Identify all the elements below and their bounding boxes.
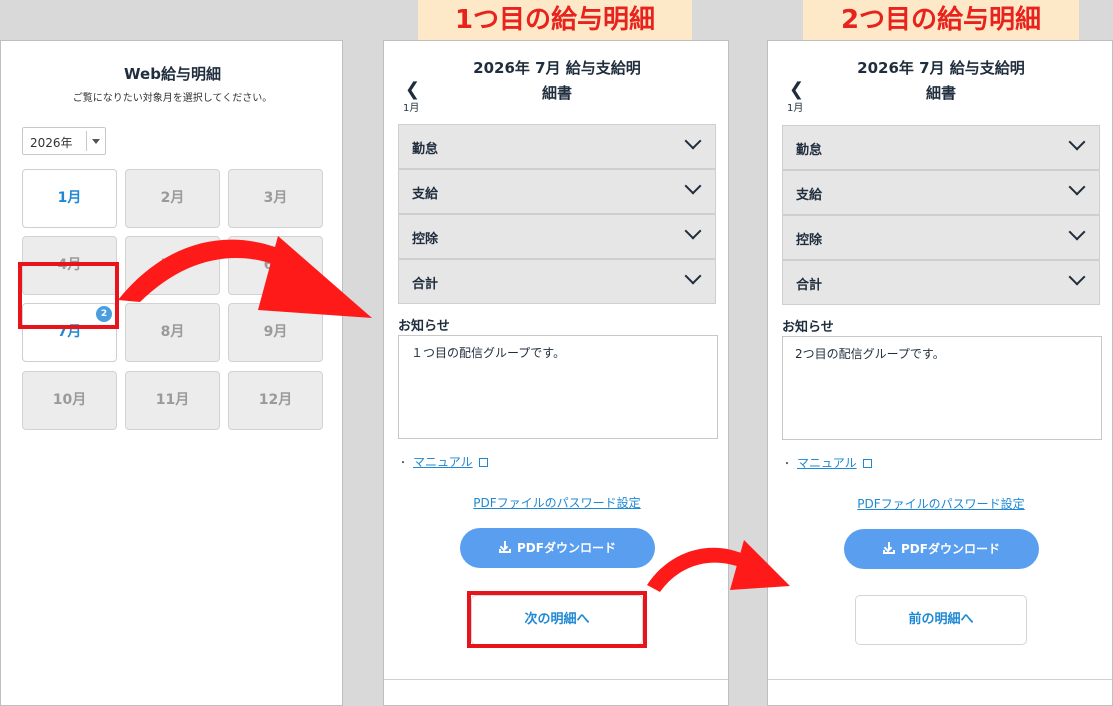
accordion-label: 控除 <box>796 233 823 248</box>
next-button-highlight-box <box>467 591 647 648</box>
bullet-dot: ・ <box>782 459 792 470</box>
chevron-down-icon <box>684 222 702 240</box>
payslip-title-line1: 2026年 7月 給与支給明 <box>473 59 641 77</box>
external-link-icon[interactable] <box>478 458 488 467</box>
month-button[interactable]: 6月 <box>228 236 323 295</box>
month-label: 10月 <box>52 392 87 408</box>
month-label: 6月 <box>263 257 288 273</box>
chevron-down-icon <box>1068 223 1086 241</box>
accordion-attendance[interactable]: 勤怠 <box>782 125 1100 170</box>
pdf-password-link[interactable]: PDFファイルのパスワード設定 <box>768 495 1113 512</box>
accordion-deductions[interactable]: 控除 <box>398 214 716 259</box>
download-icon <box>883 542 896 554</box>
month-button[interactable]: 3月 <box>228 169 323 228</box>
notice-label: お知らせ <box>398 319 450 334</box>
pdf-password-link[interactable]: PDFファイルのパスワード設定 <box>384 494 730 511</box>
payslip-title-line1: 2026年 7月 給与支給明 <box>857 59 1025 77</box>
pdf-download-button[interactable]: PDFダウンロード <box>844 529 1039 569</box>
chevron-down-icon <box>684 267 702 285</box>
month-button[interactable]: 11月 <box>125 371 220 430</box>
month-label: 8月 <box>160 324 185 340</box>
pdf-download-label: PDFダウンロード <box>901 542 1000 556</box>
month-select-panel: Web給与明細 ご覧になりたい対象月を選択してください。 2026年 1月 2月 3… <box>0 40 343 706</box>
chevron-down-icon <box>684 177 702 195</box>
month-button[interactable]: 12月 <box>228 371 323 430</box>
month-label: 1月 <box>57 190 82 206</box>
month-button[interactable]: 5月 <box>125 236 220 295</box>
page-title: Web給与明細 <box>124 65 221 83</box>
year-select-divider <box>86 131 87 151</box>
manual-link-row: ・マニュアル <box>398 453 488 470</box>
previous-payslip-button[interactable]: 前の明細へ <box>855 595 1027 645</box>
chevron-down-icon[interactable] <box>92 139 100 144</box>
accordion-label: 合計 <box>412 277 439 292</box>
month-button[interactable]: 1月 <box>22 169 117 228</box>
month-label: 9月 <box>263 324 288 340</box>
back-month-label[interactable]: 1月 <box>403 99 419 114</box>
chevron-down-icon <box>1068 268 1086 286</box>
month-label: 3月 <box>263 190 288 206</box>
month-button[interactable]: 9月 <box>228 303 323 362</box>
accordion-attendance[interactable]: 勤怠 <box>398 124 716 169</box>
year-select-value: 2026年 <box>30 136 73 150</box>
chevron-down-icon <box>1068 133 1086 151</box>
notice-box: 2つ目の配信グループです。 <box>782 336 1102 440</box>
payslip-panel-second: ❮ 1月 2026年 7月 給与支給明 細書 勤怠 支給 控除 合計 お知らせ … <box>767 40 1113 706</box>
notice-text: １つ目の配信グループです。 <box>411 346 566 360</box>
pdf-download-label: PDFダウンロード <box>517 541 616 555</box>
download-icon <box>499 541 512 553</box>
back-chevron-icon[interactable]: ❮ <box>405 79 420 100</box>
notice-box: １つ目の配信グループです。 <box>398 335 718 439</box>
accordion-payments[interactable]: 支給 <box>398 169 716 214</box>
manual-link[interactable]: マニュアル <box>797 456 857 470</box>
month-button[interactable]: 10月 <box>22 371 117 430</box>
pdf-download-button[interactable]: PDFダウンロード <box>460 528 655 568</box>
page-subtitle: ご覧になりたい対象月を選択してください。 <box>72 93 273 104</box>
month-label: 11月 <box>155 392 190 408</box>
accordion-label: 支給 <box>412 187 439 202</box>
chevron-down-icon <box>684 132 702 150</box>
manual-link-row: ・マニュアル <box>782 454 872 471</box>
accordion-total[interactable]: 合計 <box>398 259 716 304</box>
banner-second-payslip: 2つ目の給与明細 <box>803 0 1079 40</box>
month-label: 2月 <box>160 190 185 206</box>
accordion-label: 支給 <box>796 188 823 203</box>
chevron-down-icon <box>1068 178 1086 196</box>
accordion-label: 合計 <box>796 278 823 293</box>
back-month-label[interactable]: 1月 <box>787 99 803 114</box>
external-link-icon[interactable] <box>862 459 872 468</box>
payslip-title: 2026年 7月 給与支給明 細書 <box>424 56 690 106</box>
accordion-payments[interactable]: 支給 <box>782 170 1100 215</box>
year-select[interactable]: 2026年 <box>22 127 106 155</box>
bullet-dot: ・ <box>398 458 408 469</box>
manual-link[interactable]: マニュアル <box>413 455 473 469</box>
back-chevron-icon[interactable]: ❮ <box>789 79 804 100</box>
accordion-label: 勤怠 <box>796 143 823 158</box>
accordion-total[interactable]: 合計 <box>782 260 1100 305</box>
banner-first-payslip: 1つ目の給与明細 <box>418 0 692 40</box>
month-label: 5月 <box>160 257 185 273</box>
notice-text: 2つ目の配信グループです。 <box>795 347 945 361</box>
payslip-title-line2: 細書 <box>541 84 572 102</box>
divider <box>384 679 728 680</box>
month-button[interactable]: 2月 <box>125 169 220 228</box>
july-highlight-box <box>18 262 119 329</box>
payslip-title: 2026年 7月 給与支給明 細書 <box>808 56 1074 106</box>
accordion-label: 控除 <box>412 232 439 247</box>
accordion-label: 勤怠 <box>412 142 439 157</box>
month-label: 12月 <box>258 392 293 408</box>
notice-label: お知らせ <box>782 320 834 335</box>
divider <box>768 679 1112 680</box>
accordion-deductions[interactable]: 控除 <box>782 215 1100 260</box>
payslip-title-line2: 細書 <box>925 84 956 102</box>
month-button[interactable]: 8月 <box>125 303 220 362</box>
